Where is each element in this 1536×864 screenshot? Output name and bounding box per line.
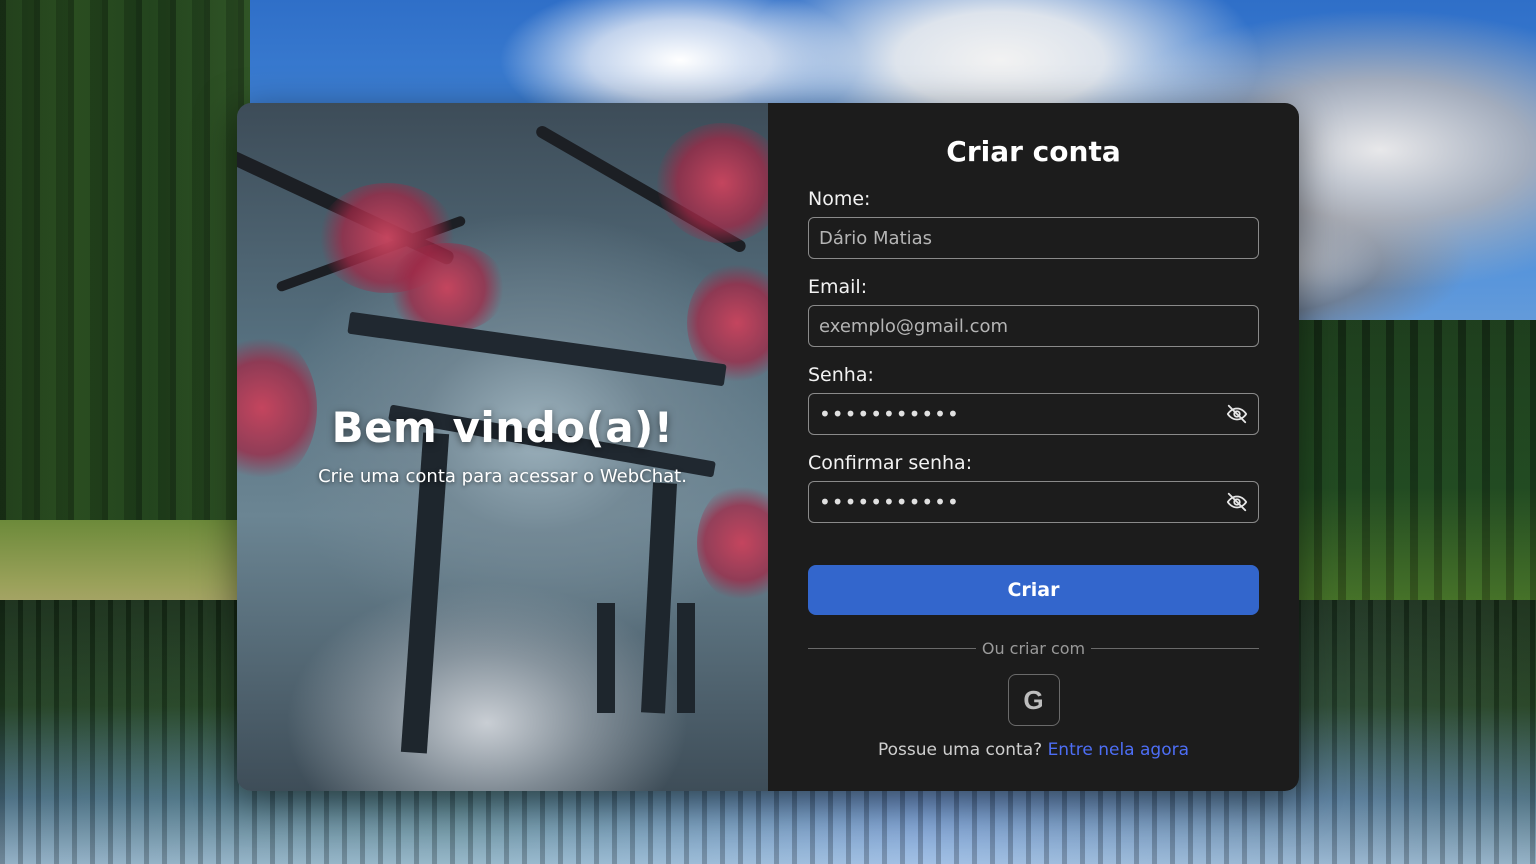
login-prompt: Possue uma conta?	[877, 740, 1043, 760]
email-input[interactable]	[819, 315, 1248, 337]
google-icon: G	[1023, 684, 1044, 715]
forest-right	[1290, 320, 1536, 600]
name-input[interactable]	[819, 227, 1248, 249]
divider: Ou criar com	[808, 639, 1259, 658]
divider-line-left	[808, 648, 976, 649]
email-field	[808, 305, 1259, 347]
password-field	[808, 393, 1259, 435]
hero-illustration: Bem vindo(a)! Crie uma conta para acessa…	[237, 103, 768, 791]
hero-text: Bem vindo(a)! Crie uma conta para acessa…	[237, 403, 768, 487]
google-signup-button[interactable]: G	[1007, 674, 1060, 726]
eye-off-icon[interactable]	[1226, 491, 1248, 513]
signup-form: Criar conta Nome: Email: Senha: Confirma…	[768, 103, 1299, 791]
name-field	[808, 217, 1259, 259]
divider-line-right	[1091, 648, 1259, 649]
eye-off-icon[interactable]	[1226, 403, 1248, 425]
confirm-password-input[interactable]	[819, 490, 1226, 514]
confirm-password-label: Confirmar senha:	[808, 452, 973, 474]
hero-subtitle: Crie uma conta para acessar o WebChat.	[318, 466, 687, 487]
confirm-password-field	[808, 481, 1259, 523]
divider-text: Ou criar com	[981, 639, 1086, 658]
name-label: Nome:	[808, 188, 871, 210]
hero-title: Bem vindo(a)!	[331, 403, 674, 452]
form-title: Criar conta	[946, 135, 1121, 168]
signup-card: Bem vindo(a)! Crie uma conta para acessa…	[237, 103, 1299, 791]
create-account-button[interactable]: Criar	[808, 565, 1259, 615]
password-input[interactable]	[819, 402, 1226, 426]
login-prompt-line: Possue uma conta? Entre nela agora	[808, 740, 1259, 760]
login-link[interactable]: Entre nela agora	[1048, 740, 1189, 760]
password-label: Senha:	[808, 364, 874, 386]
email-label: Email:	[808, 276, 868, 298]
